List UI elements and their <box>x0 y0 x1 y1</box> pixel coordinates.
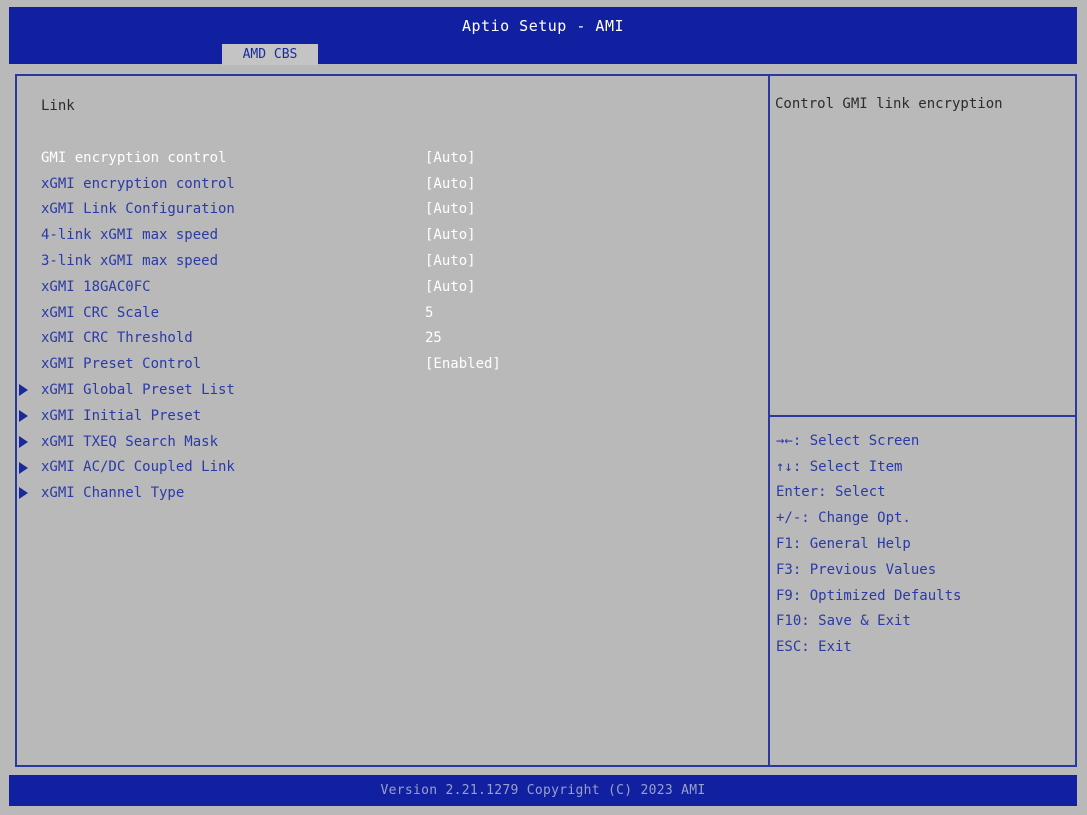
setting-label: xGMI TXEQ Search Mask <box>41 433 219 450</box>
submenu-arrow-icon <box>19 461 28 474</box>
setting-label: xGMI Preset Control <box>41 356 202 373</box>
setting-row[interactable]: xGMI CRC Threshold 25 <box>17 326 768 352</box>
app-title: Aptio Setup - AMI <box>461 17 625 35</box>
setting-value[interactable]: [Auto] <box>425 279 476 295</box>
footer-bar: Version 2.21.1279 Copyright (C) 2023 AMI <box>9 775 1077 806</box>
key-hint: Enter: Select <box>776 484 886 501</box>
setting-value[interactable]: 25 <box>425 330 442 346</box>
key-hint: F3: Previous Values <box>776 561 937 578</box>
setting-row[interactable]: xGMI 18GAC0FC [Auto] <box>17 274 768 300</box>
key-hint: →←: Select Screen <box>776 432 920 449</box>
setup-frame: Link GMI encryption control [Auto] xGMI en… <box>15 74 1077 767</box>
setting-label: xGMI Channel Type <box>41 485 185 502</box>
tab-amd-cbs[interactable]: AMD CBS <box>222 44 318 65</box>
submenu-item[interactable]: xGMI Initial Preset <box>17 403 768 429</box>
setting-label: xGMI CRC Scale <box>41 304 160 321</box>
setting-row[interactable]: xGMI encryption control [Auto] <box>17 171 768 197</box>
submenu-arrow-icon <box>19 435 28 448</box>
setting-value[interactable]: 5 <box>425 305 433 321</box>
submenu-item[interactable]: xGMI AC/DC Coupled Link <box>17 455 768 481</box>
setting-label: xGMI AC/DC Coupled Link <box>41 459 235 476</box>
help-text: Control GMI link encryption <box>775 96 1003 112</box>
setting-row[interactable]: 4-link xGMI max speed [Auto] <box>17 222 768 248</box>
setting-label: 4-link xGMI max speed <box>41 227 219 244</box>
setting-label: xGMI Link Configuration <box>41 201 235 218</box>
setting-row[interactable]: 3-link xGMI max speed [Auto] <box>17 248 768 274</box>
setting-row[interactable]: xGMI Preset Control [Enabled] <box>17 351 768 377</box>
key-hint: F10: Save & Exit <box>776 613 911 630</box>
setting-label: xGMI Initial Preset <box>41 407 202 424</box>
setting-value[interactable]: [Auto] <box>425 253 476 269</box>
setting-label: xGMI CRC Threshold <box>41 330 193 347</box>
version-text: Version 2.21.1279 Copyright (C) 2023 AMI <box>380 783 706 798</box>
setting-label: xGMI Global Preset List <box>41 382 235 399</box>
setting-value[interactable]: [Enabled] <box>425 356 501 372</box>
setting-value[interactable]: [Auto] <box>425 227 476 243</box>
submenu-item[interactable]: xGMI Channel Type <box>17 480 768 506</box>
submenu-item[interactable]: xGMI Global Preset List <box>17 377 768 403</box>
key-hint: ESC: Exit <box>776 639 852 656</box>
section-title: Link <box>41 98 75 114</box>
setting-row[interactable]: GMI encryption control [Auto] <box>17 145 768 171</box>
setting-row[interactable]: xGMI Link Configuration [Auto] <box>17 197 768 223</box>
key-hint: +/-: Change Opt. <box>776 510 911 527</box>
setting-label: xGMI encryption control <box>41 175 235 192</box>
submenu-arrow-icon <box>19 487 28 500</box>
submenu-arrow-icon <box>19 384 28 397</box>
setting-value[interactable]: [Auto] <box>425 176 476 192</box>
setting-value[interactable]: [Auto] <box>425 201 476 217</box>
setting-value[interactable]: [Auto] <box>425 150 476 166</box>
help-panel: Control GMI link encryption →←: Select S… <box>770 76 1075 765</box>
setting-row[interactable]: xGMI CRC Scale 5 <box>17 300 768 326</box>
title-bar: Aptio Setup - AMI AMD CBS <box>9 7 1077 65</box>
submenu-item[interactable]: xGMI TXEQ Search Mask <box>17 429 768 455</box>
key-hint: F1: General Help <box>776 536 911 553</box>
setting-label: xGMI 18GAC0FC <box>41 278 151 295</box>
setting-label: GMI encryption control <box>41 149 227 166</box>
key-hint: ↑↓: Select Item <box>776 458 903 475</box>
key-legend: →←: Select Screen ↑↓: Select Item Enter: S… <box>776 428 961 660</box>
setting-label: 3-link xGMI max speed <box>41 253 219 270</box>
key-hint: F9: Optimized Defaults <box>776 587 962 604</box>
submenu-arrow-icon <box>19 409 28 422</box>
options-list: GMI encryption control [Auto] xGMI encrypt… <box>17 145 768 506</box>
options-panel: Link GMI encryption control [Auto] xGMI en… <box>17 76 768 765</box>
